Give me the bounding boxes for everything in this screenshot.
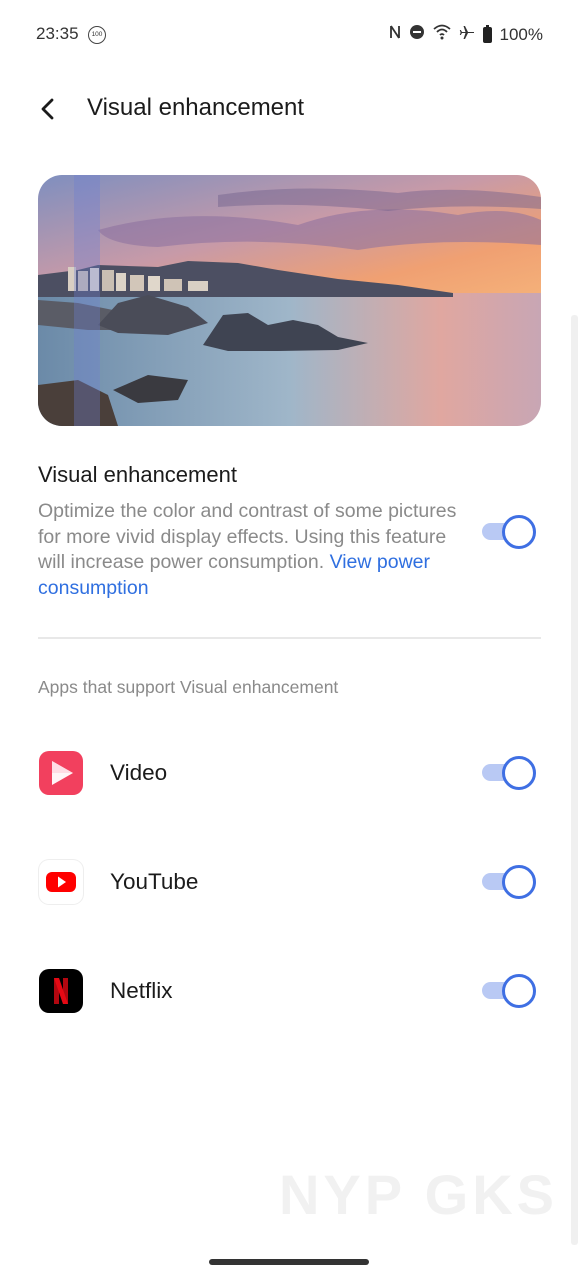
battery-icon <box>482 24 492 43</box>
toggle-thumb <box>502 865 536 899</box>
battery-percent: 100% <box>499 24 543 44</box>
app-row-video[interactable]: Video <box>0 743 578 803</box>
status-icons: 100% <box>389 24 543 45</box>
feature-description: Optimize the color and contrast of some … <box>38 499 458 601</box>
status-bar: 23:35 100 100% <box>0 0 578 70</box>
back-button[interactable] <box>34 94 64 124</box>
page-title: Visual enhancement <box>87 94 305 121</box>
apps-section-header: Apps that support Visual enhancement <box>38 677 339 697</box>
app-label-video: Video <box>110 760 168 785</box>
do-not-disturb-icon <box>409 24 425 45</box>
scrollbar[interactable] <box>571 315 578 1245</box>
app-label-netflix: Netflix <box>110 978 173 1003</box>
video-toggle[interactable] <box>480 755 540 791</box>
status-time: 23:35 <box>36 24 79 43</box>
gesture-nav-handle[interactable] <box>209 1259 369 1265</box>
chevron-left-icon <box>41 98 54 120</box>
toggle-thumb <box>502 515 536 549</box>
wifi-icon <box>432 24 451 45</box>
app-label-youtube: YouTube <box>110 869 199 894</box>
toggle-thumb <box>502 974 536 1008</box>
youtube-app-icon <box>39 860 83 904</box>
netflix-app-icon <box>39 969 83 1013</box>
youtube-toggle[interactable] <box>480 864 540 900</box>
watermark: NYP GKS <box>278 1163 558 1226</box>
preview-image <box>38 175 541 426</box>
video-app-icon <box>39 751 83 795</box>
nfc-icon <box>389 24 401 45</box>
divider <box>38 637 541 639</box>
app-row-youtube[interactable]: YouTube <box>0 852 578 912</box>
app-row-netflix[interactable]: Netflix <box>0 961 578 1021</box>
toggle-thumb <box>502 756 536 790</box>
app-bar: Visual enhancement <box>0 88 578 132</box>
visual-enhancement-toggle[interactable] <box>480 514 540 550</box>
netflix-toggle[interactable] <box>480 973 540 1009</box>
airplane-icon <box>459 24 475 45</box>
feature-title: Visual enhancement <box>38 462 237 487</box>
notification-badge: 100 <box>88 26 106 44</box>
